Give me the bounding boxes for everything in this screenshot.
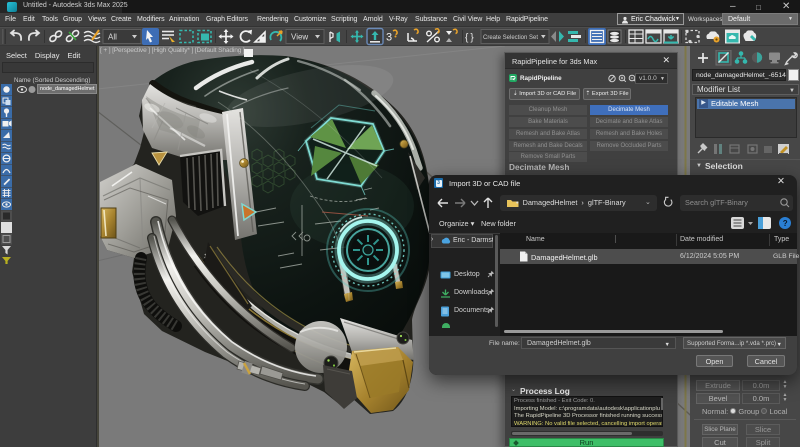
svg-text:Create Selection Set: Create Selection Set xyxy=(483,35,538,41)
svg-text:All: All xyxy=(108,33,117,42)
svg-text:View: View xyxy=(291,33,308,42)
svg-text:?: ? xyxy=(783,219,788,228)
svg-text:{ }: { } xyxy=(465,33,474,44)
svg-text:3: 3 xyxy=(386,32,392,44)
